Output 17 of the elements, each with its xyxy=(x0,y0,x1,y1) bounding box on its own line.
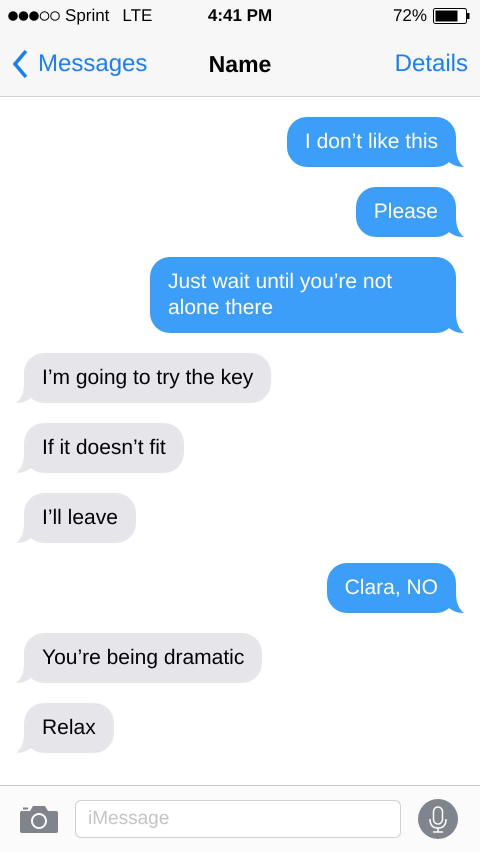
message-bubble: I don’t like this xyxy=(286,117,456,167)
network-type: LTE xyxy=(122,6,152,26)
camera-icon[interactable] xyxy=(20,805,58,833)
battery-icon xyxy=(433,8,470,24)
battery-percent: 72% xyxy=(392,6,427,26)
message-bubble: Clara, NO xyxy=(326,563,456,613)
message-input-field[interactable]: iMessage xyxy=(75,800,401,838)
conversation-title: Name xyxy=(208,50,272,78)
signal-icon xyxy=(8,11,60,21)
message-bubble: Please xyxy=(356,187,456,237)
details-button[interactable]: Details xyxy=(394,50,468,78)
microphone-icon[interactable] xyxy=(418,799,458,839)
chevron-left-icon xyxy=(12,49,28,79)
message-bubble: Just wait until you’re not alone there xyxy=(150,257,456,333)
status-time: 4:41 PM xyxy=(208,6,272,26)
back-button[interactable]: Messages xyxy=(12,49,148,79)
carrier-name: Sprint xyxy=(65,6,110,26)
